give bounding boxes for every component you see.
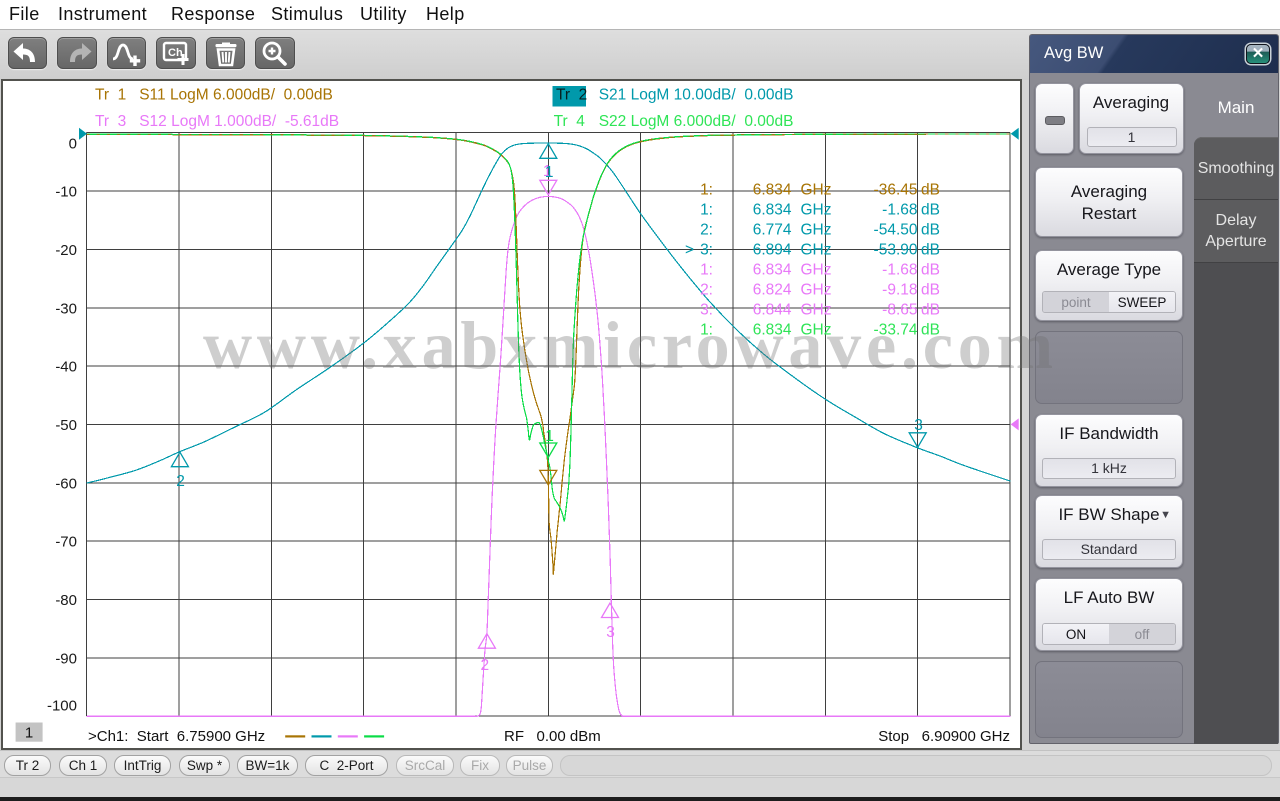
svg-text:GHz: GHz — [801, 181, 832, 198]
svg-text:GHz: GHz — [801, 321, 832, 338]
svg-text:dB: dB — [921, 221, 940, 238]
svg-text:6.824: 6.824 — [753, 281, 792, 298]
svg-text:3: 3 — [606, 624, 615, 641]
svg-text:2:: 2: — [700, 221, 713, 238]
svg-text:>: > — [685, 241, 694, 258]
svg-text:1:: 1: — [700, 321, 713, 338]
svg-text:6.834: 6.834 — [753, 201, 792, 218]
svg-text:6.894: 6.894 — [753, 241, 792, 258]
svg-text:Tr 3 S12 LogM 1.000dB/ -5.: Tr 3 S12 LogM 1.000dB/ -5.61dB — [95, 113, 339, 130]
svg-text:GHz: GHz — [801, 201, 832, 218]
svg-text:1:: 1: — [700, 261, 713, 278]
svg-text:-33.74: -33.74 — [874, 321, 918, 338]
svg-text:Stop 6.90900 GHz: Stop 6.90900 GHz — [878, 728, 1010, 745]
svg-text:-53.90: -53.90 — [874, 241, 918, 258]
svg-text:Tr 1 S11 LogM 6.000dB/ 0.0: Tr 1 S11 LogM 6.000dB/ 0.00dB — [95, 87, 333, 104]
svg-text:GHz: GHz — [801, 301, 832, 318]
svg-text:-50: -50 — [55, 417, 77, 434]
svg-text:3:: 3: — [700, 241, 713, 258]
svg-text:-1.68: -1.68 — [882, 201, 917, 218]
svg-text:S22 LogM 6.000dB/ 0.00dB: S22 LogM 6.000dB/ 0.00dB — [599, 113, 794, 130]
svg-text:dB: dB — [921, 241, 940, 258]
svg-text:1:: 1: — [700, 201, 713, 218]
svg-text:6.834: 6.834 — [753, 181, 792, 198]
svg-text:-60: -60 — [55, 475, 77, 492]
svg-text:6.834: 6.834 — [753, 261, 792, 278]
svg-text:Tr 4: Tr 4 — [554, 113, 586, 130]
svg-text:dB: dB — [921, 181, 940, 198]
svg-text:>Ch1: Start 6.75900 GHz: >Ch1: Start 6.75900 GHz — [88, 728, 265, 745]
svg-text:1: 1 — [545, 428, 554, 445]
svg-text:1: 1 — [25, 724, 33, 741]
svg-text:dB: dB — [921, 281, 940, 298]
svg-text:GHz: GHz — [801, 221, 832, 238]
svg-text:GHz: GHz — [801, 241, 832, 258]
svg-text:dB: dB — [921, 301, 940, 318]
svg-text:RF 0.00 dBm: RF 0.00 dBm — [504, 728, 601, 745]
svg-text:dB: dB — [921, 261, 940, 278]
svg-text:6.774: 6.774 — [753, 221, 792, 238]
svg-text:dB: dB — [921, 321, 940, 338]
svg-text:-100: -100 — [47, 697, 77, 714]
svg-text:Tr 2: Tr 2 — [556, 87, 587, 104]
svg-text:-9.18: -9.18 — [882, 281, 917, 298]
svg-text:S21 LogM 10.00dB/ 0.00dB: S21 LogM 10.00dB/ 0.00dB — [599, 87, 794, 104]
svg-text:GHz: GHz — [801, 281, 832, 298]
svg-text:6.834: 6.834 — [753, 321, 792, 338]
svg-text:2: 2 — [480, 657, 489, 674]
svg-text:3:: 3: — [700, 301, 713, 318]
svg-text:-70: -70 — [55, 534, 77, 551]
svg-text:-1.68: -1.68 — [882, 261, 917, 278]
svg-text:-36.45: -36.45 — [874, 181, 918, 198]
svg-text:1:: 1: — [700, 181, 713, 198]
svg-text:-20: -20 — [55, 242, 77, 259]
svg-text:-80: -80 — [55, 592, 77, 609]
svg-text:-40: -40 — [55, 359, 77, 376]
svg-text:dB: dB — [921, 201, 940, 218]
svg-text:GHz: GHz — [801, 261, 832, 278]
svg-text:0: 0 — [69, 136, 77, 153]
svg-text:2: 2 — [176, 473, 185, 490]
svg-text:-54.50: -54.50 — [874, 221, 918, 238]
svg-text:-10: -10 — [55, 184, 77, 201]
svg-text:-90: -90 — [55, 650, 77, 667]
svg-text:3: 3 — [914, 417, 923, 434]
svg-text:1: 1 — [545, 164, 554, 181]
svg-text:-8.65: -8.65 — [882, 301, 917, 318]
svg-text:-30: -30 — [55, 300, 77, 317]
svg-text:2:: 2: — [700, 281, 713, 298]
svg-text:6.844: 6.844 — [753, 301, 792, 318]
